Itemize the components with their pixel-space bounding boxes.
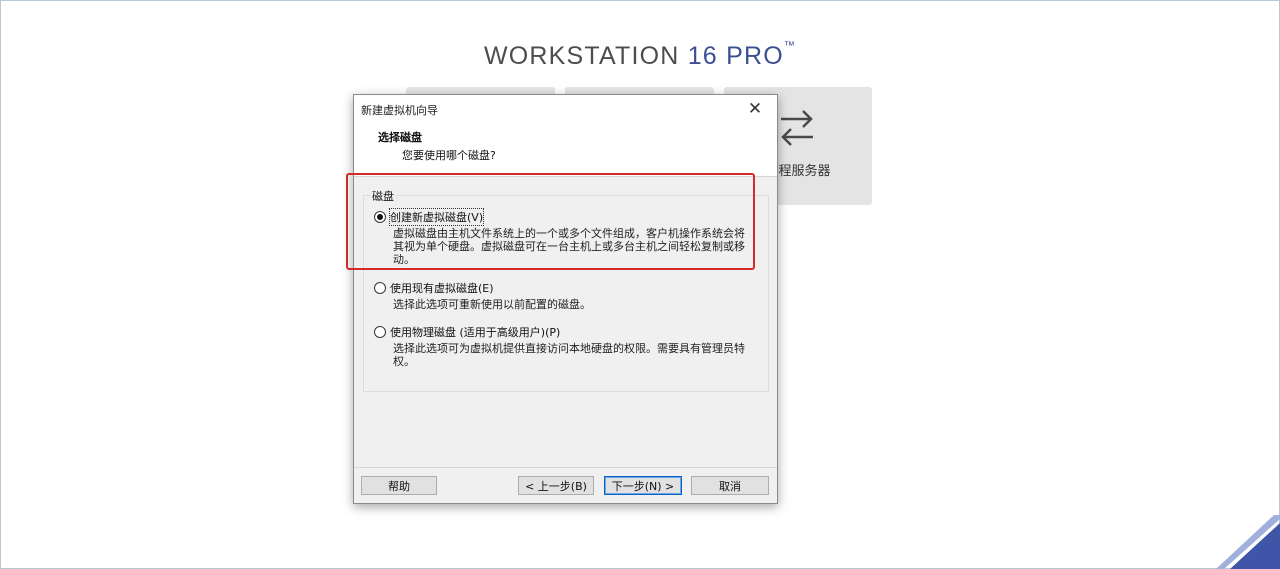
radio-create-new-disk[interactable]: 创建新虚拟磁盘(V) — [374, 208, 485, 226]
back-button[interactable]: < 上一步(B) — [518, 476, 594, 495]
option-desc-use-existing: 选择此选项可重新使用以前配置的磁盘。 — [393, 298, 591, 311]
option-label-use-existing[interactable]: 使用现有虚拟磁盘(E) — [390, 280, 494, 296]
radio-use-physical-disk[interactable]: 使用物理磁盘 (适用于高级用户)(P) — [374, 324, 560, 340]
product-title: WORKSTATION 16 PRO™ — [0, 40, 1280, 71]
option-label-use-physical[interactable]: 使用物理磁盘 (适用于高级用户)(P) — [390, 324, 560, 340]
disk-groupbox: 磁盘 创建新虚拟磁盘(V) 虚拟磁盘由主机文件系统上的一个或多个文件组成，客户机… — [363, 188, 769, 392]
footer-divider — [354, 467, 777, 468]
help-button[interactable]: 帮助 — [361, 476, 437, 495]
swap-arrows-icon — [777, 107, 817, 151]
option-desc-use-physical: 选择此选项可为虚拟机提供直接访问本地硬盘的权限。需要具有管理员特权。 — [393, 342, 745, 368]
brand-edition: PRO — [726, 42, 784, 70]
radio-button[interactable] — [374, 326, 386, 338]
radio-use-existing-disk[interactable]: 使用现有虚拟磁盘(E) — [374, 280, 494, 296]
brand-version: 16 — [687, 42, 718, 70]
dialog-titlebar: 新建虚拟机向导 ✕ — [354, 95, 777, 123]
dialog-title: 新建虚拟机向导 — [361, 104, 438, 117]
groupbox-title: 磁盘 — [370, 188, 396, 204]
brand-name: WORKSTATION — [483, 42, 680, 70]
new-vm-wizard-dialog: 新建虚拟机向导 ✕ 选择磁盘 您要使用哪个磁盘? 磁盘 创建新虚拟磁盘(V) 虚… — [353, 94, 778, 504]
radio-button-selected[interactable] — [374, 211, 386, 223]
option-label-create-new[interactable]: 创建新虚拟磁盘(V) — [388, 208, 485, 226]
radio-button[interactable] — [374, 282, 386, 294]
wizard-header: 选择磁盘 您要使用哪个磁盘? — [354, 123, 777, 177]
option-desc-create-new: 虚拟磁盘由主机文件系统上的一个或多个文件组成，客户机操作系统会将其视为单个硬盘。… — [393, 227, 745, 266]
close-icon[interactable]: ✕ — [733, 95, 777, 123]
trademark-mark: ™ — [783, 40, 797, 52]
step-title: 选择磁盘 — [378, 131, 422, 144]
corner-decoration — [1216, 515, 1280, 569]
next-button[interactable]: 下一步(N) > — [604, 476, 682, 495]
cancel-button[interactable]: 取消 — [691, 476, 769, 495]
step-subtitle: 您要使用哪个磁盘? — [402, 149, 496, 162]
